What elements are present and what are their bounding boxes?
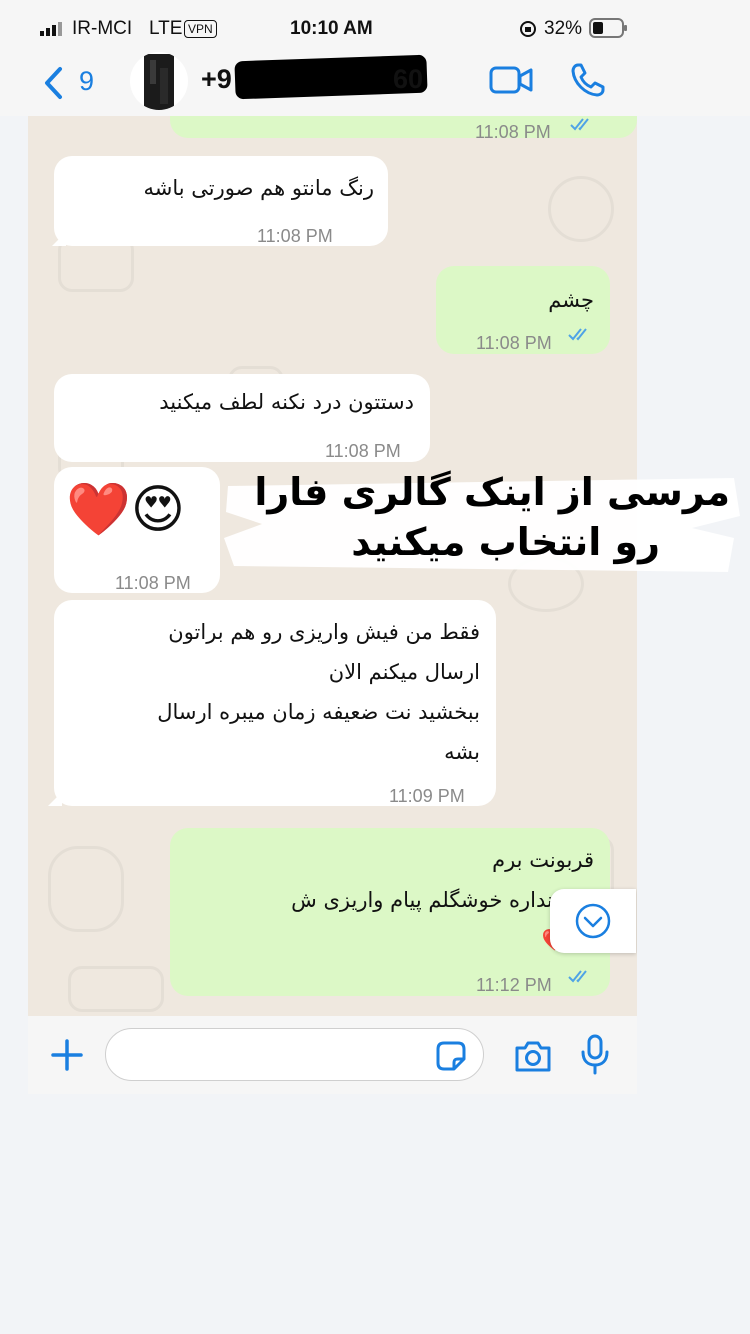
battery-icon: [589, 18, 627, 38]
message-bubble-outgoing[interactable]: قربونت برم کلی نداره خوشگلم پیام واریزی …: [170, 828, 610, 996]
message-time: 11:12 PM: [476, 975, 552, 995]
message-emoji: ❤️😍: [66, 480, 185, 540]
scroll-to-bottom-button[interactable]: [550, 889, 636, 953]
back-count[interactable]: 9: [79, 66, 94, 97]
message-time: 11:08 PM: [115, 573, 191, 593]
network-label: LTE: [149, 18, 183, 39]
message-text: قربونت برم کلی نداره خوشگلم پیام واریزی …: [291, 840, 594, 960]
wallpaper-doodle: [68, 966, 164, 1012]
message-time: 11:08 PM: [476, 333, 552, 353]
avatar[interactable]: [130, 52, 188, 110]
message-line: ❤️❤️: [291, 920, 594, 960]
caption-line-2: رو انتخاب میکنید: [351, 520, 660, 564]
message-line: کلی نداره خوشگلم پیام واریزی ش: [291, 888, 594, 912]
sticker-icon[interactable]: [436, 1041, 466, 1071]
message-text: فقط من فیش واریزی رو هم براتون ارسال میک…: [157, 612, 480, 772]
read-ticks-icon: [568, 970, 587, 983]
status-bar: IR-MCI LTE VPN 10:10 AM 32%: [0, 0, 750, 58]
message-bubble-incoming[interactable]: رنگ مانتو هم صورتی باشه 11:08 PM: [54, 156, 388, 246]
status-time: 10:10 AM: [290, 18, 373, 39]
message-time: 11:09 PM: [389, 786, 465, 806]
signal-icon: [40, 22, 62, 36]
chevron-down-icon: [575, 903, 611, 939]
message-bubble-incoming[interactable]: ❤️😍 11:08 PM: [54, 467, 220, 593]
orientation-lock-icon: [520, 21, 536, 37]
caption-line-1: مرسی از اینک گالری فارا: [254, 470, 730, 514]
message-line: ببخشید نت ضعیفه زمان میبره ارسال: [157, 700, 480, 724]
message-bubble-incoming[interactable]: فقط من فیش واریزی رو هم براتون ارسال میک…: [54, 600, 496, 806]
message-text: چشم: [548, 288, 594, 312]
contact-number-prefix[interactable]: +9: [201, 64, 232, 95]
message-text: دستتون درد نکنه لطف میکنید: [159, 390, 414, 414]
message-time: 11:08 PM: [325, 441, 401, 461]
message-line: ارسال میکنم الان: [328, 660, 480, 684]
message-bubble-outgoing[interactable]: چشم 11:08 PM: [436, 266, 610, 354]
camera-icon[interactable]: [513, 1038, 553, 1074]
microphone-icon[interactable]: [580, 1034, 610, 1076]
message-line: قربونت برم: [492, 848, 594, 872]
message-time: 11:08 PM: [257, 226, 333, 246]
wallpaper-doodle: [48, 846, 124, 932]
chat-header: 9 +9 60: [0, 52, 750, 116]
caption-overlay: مرسی از اینک گالری فارا رو انتخاب میکنید: [222, 468, 742, 578]
message-bubble-outgoing[interactable]: 11:08 PM: [170, 116, 637, 142]
message-line: بشه: [444, 740, 480, 764]
plus-icon[interactable]: [50, 1038, 84, 1072]
message-bubble-incoming[interactable]: دستتون درد نکنه لطف میکنید 11:08 PM: [54, 374, 430, 462]
message-line: فقط من فیش واریزی رو هم براتون: [168, 620, 480, 644]
video-call-icon[interactable]: [489, 65, 533, 95]
chevron-left-icon[interactable]: [42, 66, 64, 100]
read-ticks-icon: [568, 328, 587, 341]
carrier-label: IR-MCI: [72, 18, 133, 39]
message-text: رنگ مانتو هم صورتی باشه: [143, 176, 374, 200]
vpn-badge: VPN: [184, 20, 217, 38]
battery-percent: 32%: [544, 18, 583, 39]
wallpaper-doodle: [548, 176, 614, 242]
message-time: 11:08 PM: [475, 122, 551, 142]
message-input[interactable]: [105, 1028, 484, 1081]
phone-call-icon[interactable]: [570, 62, 606, 98]
read-ticks-icon: [570, 118, 589, 131]
contact-number-suffix[interactable]: 60: [393, 64, 423, 95]
